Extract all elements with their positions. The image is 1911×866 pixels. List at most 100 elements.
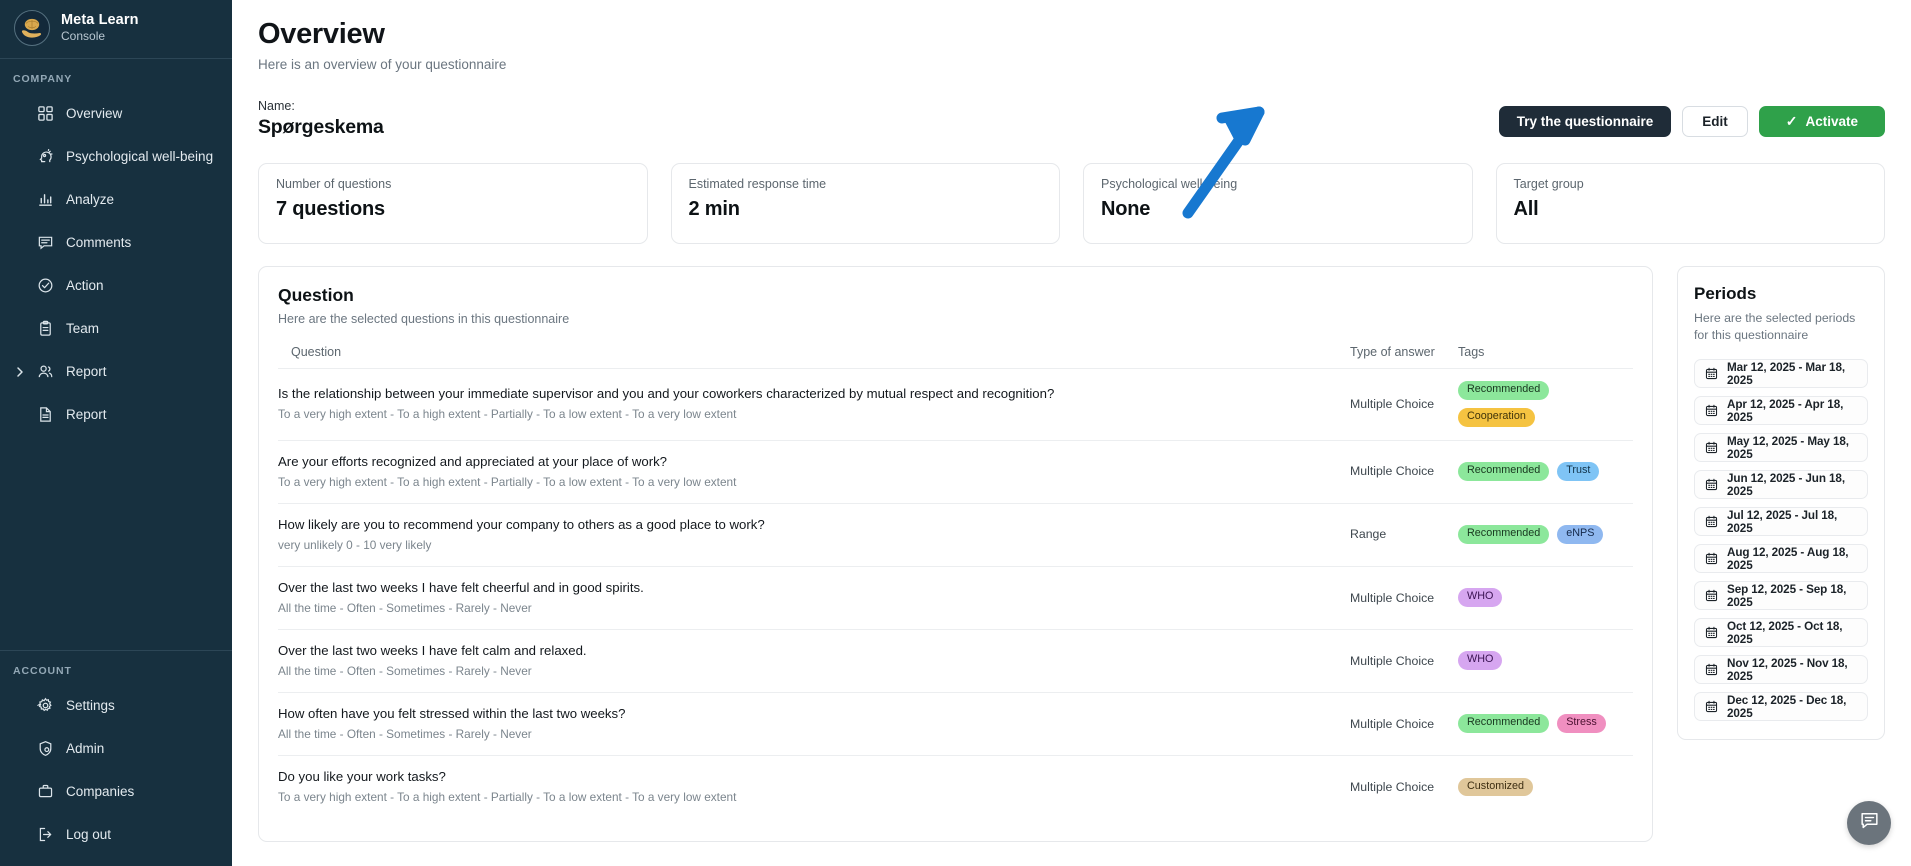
period-item[interactable]: Jun 12, 2025 - Jun 18, 2025 bbox=[1694, 470, 1868, 499]
tag-badge: Trust bbox=[1557, 462, 1599, 481]
sidebar-item-log-out[interactable]: Log out bbox=[0, 813, 232, 856]
question-text: How often have you felt stressed within … bbox=[278, 705, 1350, 723]
table-row[interactable]: How likely are you to recommend your com… bbox=[278, 503, 1633, 566]
chevron-right-icon[interactable] bbox=[14, 366, 26, 378]
sidebar-item-report[interactable]: Report bbox=[0, 393, 232, 436]
question-cell: How likely are you to recommend your com… bbox=[278, 503, 1350, 566]
question-cell: Over the last two weeks I have felt calm… bbox=[278, 630, 1350, 693]
app-root: Meta Learn Console COMPANY Overview bbox=[0, 0, 1911, 866]
answer-type-cell: Multiple Choice bbox=[1350, 630, 1458, 693]
sidebar-section-company: COMPANY bbox=[0, 59, 232, 92]
question-options: To a very high extent - To a high extent… bbox=[278, 790, 1350, 805]
stat-value: 2 min bbox=[689, 198, 1043, 221]
tag-badge: Recommended bbox=[1458, 525, 1549, 544]
brand[interactable]: Meta Learn Console bbox=[0, 0, 232, 58]
question-options: To a very high extent - To a high extent… bbox=[278, 475, 1350, 490]
period-item[interactable]: Apr 12, 2025 - Apr 18, 2025 bbox=[1694, 396, 1868, 425]
page-subtitle: Here is an overview of your questionnair… bbox=[258, 57, 1889, 72]
edit-button[interactable]: Edit bbox=[1682, 106, 1748, 137]
question-options: All the time - Often - Sometimes - Rarel… bbox=[278, 664, 1350, 679]
sidebar-item-label: Comments bbox=[66, 235, 131, 250]
sidebar-account-nav: ACCOUNT Settings Admin bbox=[0, 651, 232, 866]
question-text: How likely are you to recommend your com… bbox=[278, 516, 1350, 534]
calendar-icon bbox=[1705, 367, 1718, 380]
sidebar-item-label: Psychological well-being bbox=[66, 149, 213, 164]
check-circle-icon bbox=[36, 276, 55, 295]
sidebar-item-label: Report bbox=[66, 364, 107, 379]
answer-type-cell: Multiple Choice bbox=[1350, 440, 1458, 503]
try-the-questionnaire-button[interactable]: Try the questionnaire bbox=[1499, 106, 1672, 137]
stat-label: Estimated response time bbox=[689, 177, 1043, 191]
questions-table-head: Question Type of answer Tags bbox=[278, 345, 1633, 369]
sidebar-item-team[interactable]: Report bbox=[0, 350, 232, 393]
action-buttons: Try the questionnaire Edit ✓ Activate bbox=[1499, 106, 1885, 139]
brain-in-hand-logo bbox=[14, 10, 50, 46]
sidebar-company-nav: Overview Psychological well-being bbox=[0, 92, 232, 436]
periods-panel-subtitle: Here are the selected periods for this q… bbox=[1694, 310, 1868, 344]
table-row[interactable]: Over the last two weeks I have felt calm… bbox=[278, 630, 1633, 693]
grid-icon bbox=[36, 104, 55, 123]
question-text: Over the last two weeks I have felt calm… bbox=[278, 642, 1350, 660]
brand-name: Meta Learn bbox=[61, 12, 139, 29]
clipboard-icon bbox=[36, 319, 55, 338]
period-label: Jun 12, 2025 - Jun 18, 2025 bbox=[1727, 472, 1857, 498]
tag-list: RecommendedStress bbox=[1458, 714, 1633, 733]
calendar-icon bbox=[1705, 700, 1718, 713]
activate-label: Activate bbox=[1805, 114, 1858, 129]
table-row[interactable]: Over the last two weeks I have felt chee… bbox=[278, 567, 1633, 630]
sidebar-item-comments[interactable]: Comments bbox=[0, 221, 232, 264]
sidebar-item-label: Companies bbox=[66, 784, 134, 799]
tag-badge: WHO bbox=[1458, 651, 1502, 670]
stat-card-estimated-response-time: Estimated response time 2 min bbox=[671, 163, 1061, 244]
name-label: Name: bbox=[258, 99, 384, 113]
stat-card-psychological-well-being: Psychological well-being None bbox=[1083, 163, 1473, 244]
answer-type-cell: Multiple Choice bbox=[1350, 369, 1458, 441]
table-row[interactable]: How often have you felt stressed within … bbox=[278, 693, 1633, 756]
sidebar-item-action[interactable]: Action bbox=[0, 264, 232, 307]
period-item[interactable]: Mar 12, 2025 - Mar 18, 2025 bbox=[1694, 359, 1868, 388]
tag-list: WHO bbox=[1458, 588, 1633, 607]
question-text: Over the last two weeks I have felt chee… bbox=[278, 579, 1350, 597]
tags-cell: WHO bbox=[1458, 630, 1633, 693]
period-item[interactable]: Nov 12, 2025 - Nov 18, 2025 bbox=[1694, 655, 1868, 684]
period-item[interactable]: Oct 12, 2025 - Oct 18, 2025 bbox=[1694, 618, 1868, 647]
name-and-actions-row: Name: Spørgeskema Try the questionnaire … bbox=[258, 93, 1885, 139]
sidebar-item-label: Admin bbox=[66, 741, 104, 756]
tag-badge: Recommended bbox=[1458, 462, 1549, 481]
questions-panel-title: Question bbox=[278, 285, 1633, 306]
sidebar-item-settings[interactable]: Settings bbox=[0, 684, 232, 727]
questionnaire-name: Spørgeskema bbox=[258, 116, 384, 139]
period-item[interactable]: May 12, 2025 - May 18, 2025 bbox=[1694, 433, 1868, 462]
sidebar-item-label: Log out bbox=[66, 827, 111, 842]
chat-button[interactable] bbox=[1847, 801, 1891, 845]
gear-icon bbox=[36, 696, 55, 715]
sidebar-spacer bbox=[0, 436, 232, 650]
sidebar-item-overview[interactable]: Overview bbox=[0, 92, 232, 135]
stat-value: None bbox=[1101, 198, 1455, 221]
stat-card-target-group: Target group All bbox=[1496, 163, 1886, 244]
activate-button[interactable]: ✓ Activate bbox=[1759, 106, 1885, 137]
tags-cell: WHO bbox=[1458, 567, 1633, 630]
sidebar-item-surveys[interactable]: Team bbox=[0, 307, 232, 350]
answer-type-cell: Multiple Choice bbox=[1350, 567, 1458, 630]
table-row[interactable]: Is the relationship between your immedia… bbox=[278, 369, 1633, 441]
column-header-tags: Tags bbox=[1458, 345, 1633, 369]
tag-list: WHO bbox=[1458, 651, 1633, 670]
period-label: Nov 12, 2025 - Nov 18, 2025 bbox=[1727, 657, 1857, 683]
period-item[interactable]: Aug 12, 2025 - Aug 18, 2025 bbox=[1694, 544, 1868, 573]
period-item[interactable]: Dec 12, 2025 - Dec 18, 2025 bbox=[1694, 692, 1868, 721]
question-cell: How often have you felt stressed within … bbox=[278, 693, 1350, 756]
sidebar-item-label: Analyze bbox=[66, 192, 114, 207]
sidebar-item-admin[interactable]: Admin bbox=[0, 727, 232, 770]
sidebar-item-analyze[interactable]: Analyze bbox=[0, 178, 232, 221]
question-cell: Is the relationship between your immedia… bbox=[278, 369, 1350, 441]
period-label: Dec 12, 2025 - Dec 18, 2025 bbox=[1727, 694, 1857, 720]
sidebar-item-psychological-well-being[interactable]: Psychological well-being bbox=[0, 135, 232, 178]
sidebar-item-companies[interactable]: Companies bbox=[0, 770, 232, 813]
calendar-icon bbox=[1705, 404, 1718, 417]
table-row[interactable]: Do you like your work tasks?To a very hi… bbox=[278, 756, 1633, 819]
period-item[interactable]: Jul 12, 2025 - Jul 18, 2025 bbox=[1694, 507, 1868, 536]
period-item[interactable]: Sep 12, 2025 - Sep 18, 2025 bbox=[1694, 581, 1868, 610]
tag-badge: Recommended bbox=[1458, 381, 1549, 400]
table-row[interactable]: Are your efforts recognized and apprecia… bbox=[278, 440, 1633, 503]
